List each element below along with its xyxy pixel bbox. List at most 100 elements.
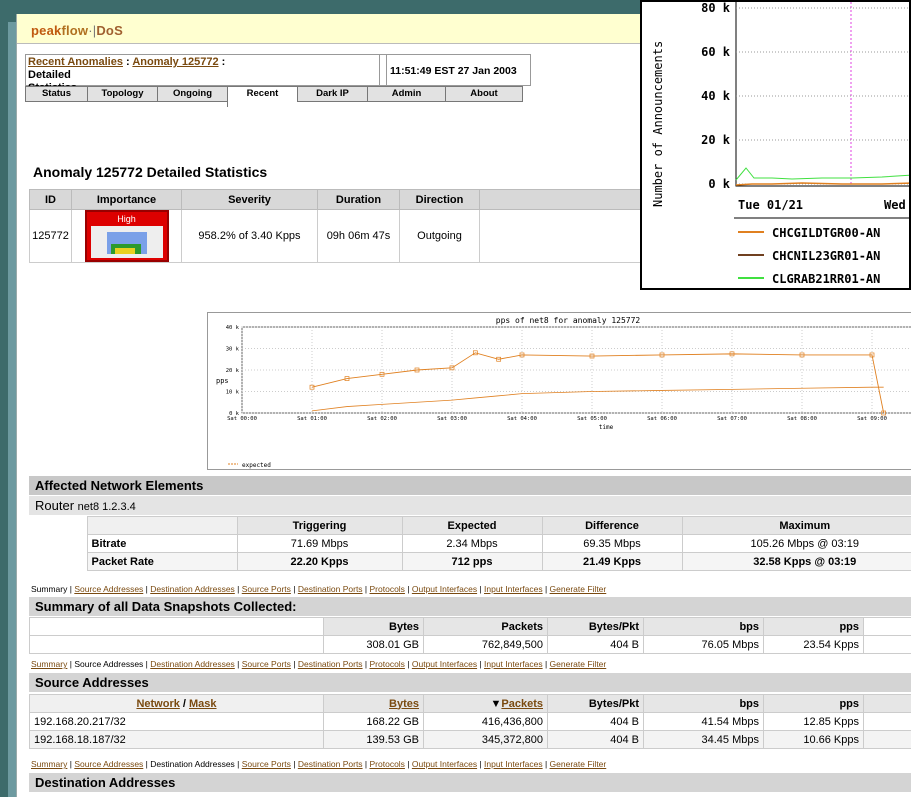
tab-admin[interactable]: Admin xyxy=(367,86,445,102)
pps-ytick: 40 k xyxy=(226,325,240,331)
page-title: Anomaly 125772 Detailed Statistics xyxy=(33,164,268,180)
window-edge xyxy=(8,22,16,797)
link-generate-filter-2[interactable]: Generate Filter xyxy=(550,659,607,669)
link-source-ports-3[interactable]: Source Ports xyxy=(242,759,291,769)
nav-links-source: Summary | Source Addresses | Destination… xyxy=(31,659,607,669)
tab-about[interactable]: About xyxy=(445,86,523,102)
tab-topology[interactable]: Topology xyxy=(87,86,157,102)
tab-ongoing[interactable]: Ongoing xyxy=(157,86,227,102)
nav-links-destination: Summary | Source Addresses | Destination… xyxy=(31,759,607,769)
link-output-interfaces-2[interactable]: Output Interfaces xyxy=(412,659,477,669)
col-maximum: Maximum xyxy=(681,516,911,535)
importance-cell: High xyxy=(71,209,182,263)
sort-network[interactable]: Network xyxy=(136,698,179,710)
chart-xlabel: time xyxy=(599,424,614,431)
row-bitrate: Bitrate xyxy=(86,534,238,553)
table-row: 192.168.18.187/32 139.53 GB 345,372,800 404… xyxy=(29,730,911,749)
col-duration: Duration xyxy=(317,189,400,210)
chart-ylabel: pps xyxy=(216,377,229,385)
sort-packets[interactable]: Packets xyxy=(501,698,543,710)
col-difference: Difference xyxy=(541,516,683,535)
crumb-recent-anomalies[interactable]: Recent Anomalies xyxy=(28,56,123,68)
col-severity: Severity xyxy=(181,189,318,210)
link-destination-ports-3[interactable]: Destination Ports xyxy=(298,759,363,769)
popup-ytick: 40 k xyxy=(701,89,731,103)
link-destination-addresses-2[interactable]: Destination Addresses xyxy=(150,659,235,669)
pps-xtick: Sat 05:00 xyxy=(577,416,607,422)
peakflow-logo: peakflow·|DoS xyxy=(31,23,123,38)
popup-series-line xyxy=(735,182,909,186)
breadcrumb: Recent Anomalies : Anomaly 125772 : Deta… xyxy=(25,54,387,94)
link-destination-ports-2[interactable]: Destination Ports xyxy=(298,659,363,669)
pps-ytick: 30 k xyxy=(226,347,240,353)
pps-xtick: Sat 08:00 xyxy=(787,416,817,422)
link-input-interfaces[interactable]: Input Interfaces xyxy=(484,584,543,594)
link-summary-3[interactable]: Summary xyxy=(31,759,67,769)
link-output-interfaces[interactable]: Output Interfaces xyxy=(412,584,477,594)
link-destination-ports[interactable]: Destination Ports xyxy=(298,584,363,594)
popup-xtick: Tue 01/21 xyxy=(738,198,803,212)
importance-badge[interactable]: High xyxy=(84,210,169,262)
pps-chart-svg: pps of net8 for anomaly 125772 pps time … xyxy=(216,316,911,469)
anomaly-duration: 09h 06m 47s xyxy=(317,209,400,263)
clock-time: 11:51:49 EST 27 Jan 2003 xyxy=(379,54,531,86)
link-source-ports-2[interactable]: Source Ports xyxy=(242,659,291,669)
col-importance: Importance xyxy=(71,189,182,210)
tab-recent[interactable]: Recent xyxy=(227,86,297,107)
popup-legend-label: CHCNIL23GR01-AN xyxy=(772,249,880,263)
link-protocols-2[interactable]: Protocols xyxy=(370,659,405,669)
pps-xtick: Sat 06:00 xyxy=(647,416,677,422)
link-generate-filter[interactable]: Generate Filter xyxy=(550,584,607,594)
nav-links-summary: Summary | Source Addresses | Destination… xyxy=(31,584,607,594)
crumb-anomaly[interactable]: Anomaly 125772 xyxy=(132,56,218,68)
announcements-chart: Number of Announcements 80 k 60 k 40 k 20 k… xyxy=(651,2,909,286)
router-subheader: Router net8 1.2.3.4 xyxy=(29,496,911,515)
destination-addresses-header: Destination Addresses xyxy=(29,773,911,792)
summary-table: Bytes Packets Bytes/Pkt bps pps 308.01 G… xyxy=(29,617,911,654)
col-id: ID xyxy=(29,189,72,210)
tab-bar: Status Topology Ongoing Recent Dark IP A… xyxy=(25,86,523,107)
pps-xtick: Sat 07:00 xyxy=(717,416,747,422)
source-table: Network / Mask Bytes ▼Packets Bytes/Pkt … xyxy=(29,694,911,749)
importance-thumbnail xyxy=(106,232,147,254)
table-row: 192.168.20.217/32 168.22 GB 416,436,800 404… xyxy=(29,712,911,731)
pps-ytick: 10 k xyxy=(226,390,240,396)
popup-ytick: 80 k xyxy=(701,2,731,15)
link-source-ports[interactable]: Source Ports xyxy=(242,584,291,594)
link-input-interfaces-3[interactable]: Input Interfaces xyxy=(484,759,543,769)
popup-ylabel: Number of Announcements xyxy=(651,41,665,207)
row-packet-rate: Packet Rate xyxy=(86,552,238,571)
affected-header: Affected Network Elements xyxy=(29,476,911,495)
sort-mask[interactable]: Mask xyxy=(189,698,217,710)
pps-series-line xyxy=(311,352,885,414)
source-addresses-header: Source Addresses xyxy=(29,673,911,692)
link-protocols[interactable]: Protocols xyxy=(370,584,405,594)
pps-xtick: Sat 03:00 xyxy=(437,416,467,422)
pps-xtick: Sat 09:00 xyxy=(857,416,887,422)
popup-ytick: 20 k xyxy=(701,133,731,147)
legend-expected: expected xyxy=(242,462,271,469)
summary-header: Summary of all Data Snapshots Collected: xyxy=(29,597,911,616)
col-triggering: Triggering xyxy=(236,516,403,535)
anomaly-direction: Outgoing xyxy=(399,209,480,263)
pps-ytick: 20 k xyxy=(226,368,240,374)
link-output-interfaces-3[interactable]: Output Interfaces xyxy=(412,759,477,769)
tab-status[interactable]: Status xyxy=(25,86,87,102)
popup-legend-label: CHCGILDTGR00-AN xyxy=(772,226,880,240)
link-input-interfaces-2[interactable]: Input Interfaces xyxy=(484,659,543,669)
sort-desc-icon: ▼ xyxy=(490,697,502,710)
link-destination-addresses[interactable]: Destination Addresses xyxy=(150,584,235,594)
sort-bytes[interactable]: Bytes xyxy=(389,698,419,710)
popup-series-line xyxy=(735,167,909,181)
tab-dark-ip[interactable]: Dark IP xyxy=(297,86,367,102)
pps-xtick: Sat 04:00 xyxy=(507,416,537,422)
popup-ytick: 0 k xyxy=(708,177,730,191)
link-source-addresses[interactable]: Source Addresses xyxy=(74,584,143,594)
link-generate-filter-3[interactable]: Generate Filter xyxy=(550,759,607,769)
link-source-addresses-3[interactable]: Source Addresses xyxy=(74,759,143,769)
link-protocols-3[interactable]: Protocols xyxy=(370,759,405,769)
anomaly-id: 125772 xyxy=(29,209,72,263)
popup-xtick: Wed xyxy=(884,198,906,212)
chart-title: pps of net8 for anomaly 125772 xyxy=(496,316,641,325)
link-summary[interactable]: Summary xyxy=(31,659,67,669)
